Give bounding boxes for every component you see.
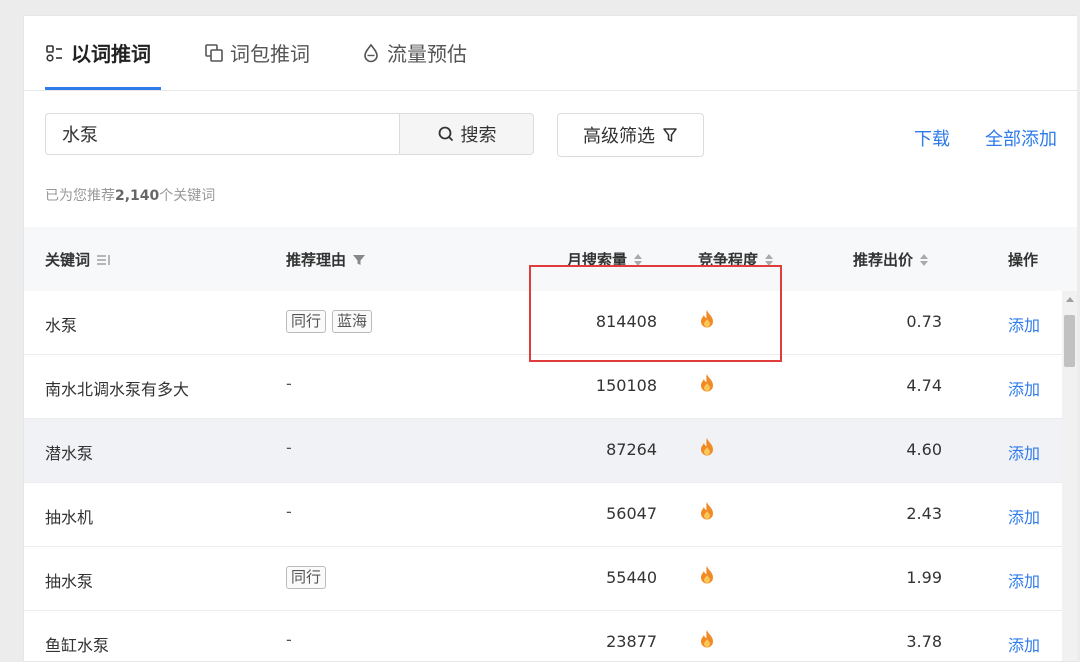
bid-cell: 3.78 — [906, 632, 942, 651]
advanced-filter-button[interactable]: 高级筛选 — [557, 113, 704, 157]
header-keyword[interactable]: 关键词 — [45, 249, 112, 270]
header-volume[interactable]: 月搜索量 — [567, 249, 643, 270]
sort-list-icon[interactable] — [96, 253, 112, 267]
add-keyword-button[interactable]: 添加 — [1008, 312, 1040, 336]
reason-cell: - — [286, 438, 292, 457]
header-competition-label: 竞争程度 — [698, 251, 759, 269]
scroll-thumb[interactable] — [1064, 315, 1075, 367]
competition-cell — [698, 629, 716, 653]
add-keyword-button[interactable]: 添加 — [1008, 504, 1040, 528]
active-tab-indicator — [45, 87, 161, 90]
header-reason[interactable]: 推荐理由 — [286, 249, 366, 270]
sort-caret-icon[interactable] — [919, 253, 929, 267]
tab-traffic-estimate[interactable]: 流量预估 — [361, 38, 467, 67]
competition-cell — [698, 373, 716, 397]
filter-button-label: 高级筛选 — [583, 126, 655, 147]
add-all-link[interactable]: 全部添加 — [985, 125, 1057, 151]
bid-cell: 4.60 — [906, 440, 942, 459]
fire-icon — [701, 566, 713, 584]
bid-cell: 4.74 — [906, 376, 942, 395]
competition-cell — [698, 437, 716, 461]
search-button-label: 搜索 — [460, 125, 497, 146]
table-header: 关键词 推荐理由 月搜索量 竞争程度 推荐出价 操作 — [24, 227, 1077, 292]
header-volume-label: 月搜索量 — [567, 251, 628, 269]
add-keyword-button[interactable]: 添加 — [1008, 440, 1040, 464]
tab-label: 以词推词 — [71, 42, 151, 66]
volume-cell: 23877 — [606, 632, 657, 651]
keyword-table-body: 水泵 同行 蓝海 814408 0.73 添加 南水北调水泵有多大 - 1501… — [24, 291, 1062, 661]
tab-package-recommend[interactable]: 词包推词 — [204, 38, 310, 67]
fire-icon — [701, 502, 713, 520]
table-row: 南水北调水泵有多大 - 150108 4.74 添加 — [24, 355, 1062, 419]
header-action-label: 操作 — [1008, 251, 1039, 269]
bid-cell: 0.73 — [906, 312, 942, 331]
funnel-icon — [663, 128, 677, 142]
table-row: 抽水机 - 56047 2.43 添加 — [24, 483, 1062, 547]
tab-bar: 以词推词 词包推词 流量预估 — [24, 16, 1077, 91]
volume-cell: 55440 — [606, 568, 657, 587]
reason-cell: - — [286, 502, 292, 521]
reason-tag: 同行 — [286, 566, 327, 589]
keyword-cell: 南水北调水泵有多大 — [45, 380, 190, 399]
keyword-icon — [46, 44, 62, 62]
fire-icon — [701, 438, 713, 456]
volume-cell: 814408 — [595, 312, 657, 331]
tab-label: 词包推词 — [230, 42, 310, 66]
bid-cell: 1.99 — [906, 568, 942, 587]
fire-icon — [701, 630, 713, 648]
competition-cell — [698, 501, 716, 525]
search-icon — [438, 126, 453, 142]
header-keyword-label: 关键词 — [45, 251, 91, 269]
reason-cell: - — [286, 374, 292, 393]
package-icon — [205, 43, 223, 62]
tab-label: 流量预估 — [387, 42, 467, 66]
reason-tag: 蓝海 — [332, 310, 373, 333]
add-keyword-button[interactable]: 添加 — [1008, 632, 1040, 656]
header-bid-label: 推荐出价 — [853, 251, 914, 269]
fire-icon — [701, 374, 713, 392]
summary-count: 2,140 — [115, 188, 160, 204]
table-row: 水泵 同行 蓝海 814408 0.73 添加 — [24, 291, 1062, 355]
sort-caret-icon[interactable] — [764, 253, 774, 267]
volume-cell: 150108 — [595, 376, 657, 395]
keyword-cell: 抽水机 — [45, 508, 94, 527]
scroll-up-arrow-icon[interactable] — [1066, 297, 1074, 302]
table-row: 鱼缸水泵 - 23877 3.78 添加 — [24, 611, 1062, 661]
add-keyword-button[interactable]: 添加 — [1008, 568, 1040, 592]
keyword-cell: 潜水泵 — [45, 444, 94, 463]
keyword-tool-panel: 以词推词 词包推词 流量预估 搜索 高级筛选 — [23, 15, 1077, 662]
keyword-cell: 抽水泵 — [45, 572, 94, 591]
bid-cell: 2.43 — [906, 504, 942, 523]
keyword-cell: 水泵 — [45, 316, 78, 335]
reason-tag: 同行 — [286, 310, 327, 333]
volume-cell: 87264 — [606, 440, 657, 459]
tab-keyword-recommend[interactable]: 以词推词 — [45, 38, 151, 67]
reason-cell: 同行 — [286, 566, 327, 589]
reason-cell: 同行 蓝海 — [286, 310, 373, 333]
table-scrollbar[interactable] — [1062, 291, 1077, 661]
add-keyword-button[interactable]: 添加 — [1008, 376, 1040, 400]
drop-icon — [364, 43, 378, 62]
download-link[interactable]: 下载 — [914, 125, 950, 151]
fire-icon — [701, 310, 713, 328]
table-row: 抽水泵 同行 55440 1.99 添加 — [24, 547, 1062, 611]
search-button[interactable]: 搜索 — [399, 113, 534, 155]
keyword-cell: 鱼缸水泵 — [45, 636, 110, 655]
header-bid[interactable]: 推荐出价 — [853, 249, 929, 270]
header-competition[interactable]: 竞争程度 — [698, 249, 774, 270]
header-reason-label: 推荐理由 — [286, 251, 347, 269]
summary-prefix: 已为您推荐 — [45, 188, 115, 204]
keyword-search-input[interactable] — [45, 113, 399, 155]
header-action: 操作 — [1008, 249, 1038, 270]
result-summary: 已为您推荐2,140个关键词 — [45, 185, 215, 205]
filter-icon[interactable] — [352, 253, 366, 267]
sort-caret-icon[interactable] — [633, 253, 643, 267]
competition-cell — [698, 565, 716, 589]
competition-cell — [698, 309, 716, 333]
volume-cell: 56047 — [606, 504, 657, 523]
table-row: 潜水泵 - 87264 4.60 添加 — [24, 419, 1062, 483]
summary-suffix: 个关键词 — [159, 188, 216, 204]
reason-cell: - — [286, 630, 292, 649]
